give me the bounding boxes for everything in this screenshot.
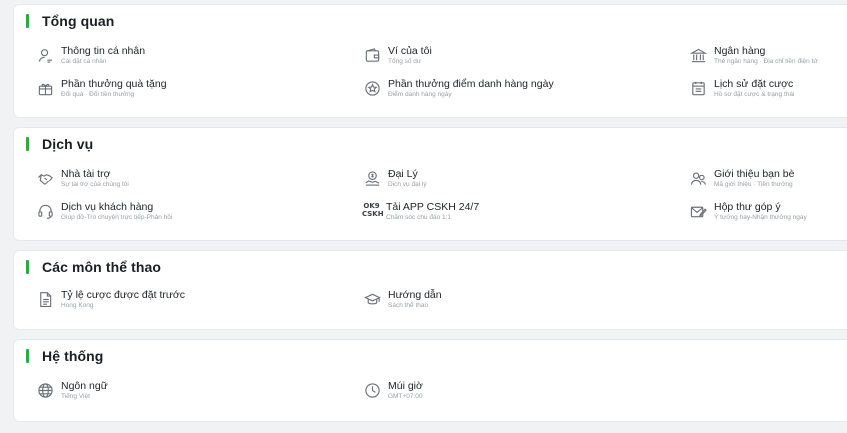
menu-item-sub: Ý tưởng hay-Nhận thưởng ngay (714, 214, 807, 221)
menu-item-sub: Chăm sóc chu đáo 1:1 (386, 214, 452, 221)
friends-icon (690, 170, 707, 187)
graduation-cap-icon (364, 291, 381, 308)
receipt-icon (690, 80, 707, 97)
section-accent-bar (26, 14, 29, 28)
section-services: Dịch vụ Nhà tài trợ Sự tài trợ của chúng… (13, 127, 847, 241)
menu-item-label: Phần thưởng quà tặng (61, 78, 167, 90)
section-accent-bar (26, 349, 29, 363)
menu-item-personal-info[interactable]: Thông tin cá nhân Cài đặt cá nhân (37, 45, 145, 66)
menu-item-label: Nhà tài trợ (61, 168, 111, 180)
section-sports: Các môn thể thao Tỷ lệ cược được đặt trư… (13, 250, 847, 330)
ok9-cskh-logo: OK9 CSKH (362, 202, 384, 218)
menu-item-label: Thông tin cá nhân (61, 45, 146, 57)
menu-item-sub: Mã giới thiệu · Tiền thưởng (714, 181, 793, 188)
menu-item-sub: Hồ sơ đặt cược & trạng thái (714, 91, 795, 98)
section-accent-bar (26, 260, 29, 274)
menu-item-sub: Cài đặt cá nhân (61, 58, 107, 65)
user-icon (37, 47, 54, 64)
section-accent-bar (26, 137, 29, 151)
logo-line-cskh: CSKH (362, 209, 384, 218)
wallet-icon (364, 47, 381, 64)
section-title-row: Hệ thống (26, 347, 103, 365)
document-icon (37, 291, 54, 308)
section-title: Hệ thống (42, 348, 104, 364)
star-badge-icon (364, 80, 381, 97)
menu-item-sub: Hong Kong (61, 302, 94, 309)
menu-item-label: Phần thưởng điểm danh hàng ngày (388, 78, 554, 90)
menu-item-wallet[interactable]: Ví của tôi Tổng số dư (364, 45, 432, 66)
menu-item-sponsor[interactable]: Nhà tài trợ Sự tài trợ của chúng tôi (37, 168, 129, 189)
menu-item-label: Hộp thư góp ý (714, 201, 781, 213)
menu-item-bet-history[interactable]: Lịch sử đặt cược Hồ sơ đặt cược & trạng … (690, 78, 794, 99)
menu-item-sub: Đổi quà · Đổi tiền thưởng (61, 91, 135, 98)
menu-item-label: Dịch vụ khách hàng (61, 201, 154, 213)
menu-item-label: Lịch sử đặt cược (714, 78, 794, 90)
menu-item-sub: Dịch vụ đại lý (388, 181, 427, 188)
menu-item-guide[interactable]: Hướng dẫn Sách thể thao (364, 289, 442, 310)
menu-item-refer-friends[interactable]: Giới thiệu bạn bè Mã giới thiệu · Tiền t… (690, 168, 794, 189)
clock-icon (364, 382, 381, 399)
section-title-row: Dịch vụ (26, 135, 93, 153)
globe-icon (37, 382, 54, 399)
handshake-icon (37, 170, 54, 187)
menu-item-timezone[interactable]: Múi giờ GMT+07:00 (364, 380, 423, 401)
section-overview: Tổng quan Thông tin cá nhân Cài đặt cá n… (13, 4, 847, 118)
section-title: Các môn thể thao (42, 259, 162, 275)
menu-item-sub: Giúp đỡ-Trò chuyện trực tiếp-Phản hồi (61, 214, 173, 221)
headset-icon (37, 203, 54, 220)
menu-item-sub: Sách thể thao (388, 302, 429, 309)
menu-item-label: Ví của tôi (388, 45, 432, 57)
section-system: Hệ thống Ngôn ngữ Tiếng Việt Múi giờ GMT… (13, 339, 847, 422)
menu-item-label: Múi giờ (388, 380, 423, 392)
menu-item-label: Ngân hàng (714, 45, 766, 57)
section-title: Dịch vụ (42, 136, 94, 152)
section-title-row: Tổng quan (26, 12, 114, 30)
menu-item-sub: Tổng số dư (388, 58, 422, 65)
menu-item-label: Hướng dẫn (388, 289, 442, 301)
menu-item-sub: Điểm danh hàng ngày (388, 91, 452, 98)
menu-item-daily-checkin[interactable]: Phần thưởng điểm danh hàng ngày Điểm dan… (364, 78, 554, 99)
menu-item-sub: Tiếng Việt (61, 393, 90, 400)
agent-icon (364, 170, 381, 187)
menu-item-language[interactable]: Ngôn ngữ Tiếng Việt (37, 380, 108, 401)
section-title-row: Các môn thể thao (26, 258, 161, 276)
menu-item-label: Giới thiệu bạn bè (714, 168, 795, 180)
menu-item-label: Tỷ lệ cược được đặt trước (61, 289, 186, 301)
menu-item-sub: GMT+07:00 (388, 393, 423, 400)
menu-item-label: Ngôn ngữ (61, 380, 108, 392)
bank-icon (690, 47, 707, 64)
menu-item-download-cskh-app[interactable]: OK9 CSKH Tải APP CSKH 24/7 Chăm sóc chu … (362, 201, 479, 222)
menu-item-bank[interactable]: Ngân hàng Thẻ ngân hàng · Địa chỉ tiền đ… (690, 45, 818, 66)
menu-item-sub: Thẻ ngân hàng · Địa chỉ tiền điện tử (714, 58, 818, 65)
menu-item-customer-service[interactable]: Dịch vụ khách hàng Giúp đỡ-Trò chuyện tr… (37, 201, 172, 222)
menu-item-label: Tải APP CSKH 24/7 (386, 201, 480, 213)
menu-item-pre-match-odds[interactable]: Tỷ lệ cược được đặt trước Hong Kong (37, 289, 185, 310)
menu-item-gift-rewards[interactable]: Phần thưởng quà tặng Đổi quà · Đổi tiền … (37, 78, 167, 99)
menu-item-label: Đại Lý (388, 168, 418, 180)
menu-item-sub: Sự tài trợ của chúng tôi (61, 181, 129, 188)
mail-edit-icon (690, 203, 707, 220)
menu-item-agent[interactable]: Đại Lý Dịch vụ đại lý (364, 168, 427, 189)
menu-item-feedback-mailbox[interactable]: Hộp thư góp ý Ý tưởng hay-Nhận thưởng ng… (690, 201, 807, 222)
gift-icon (37, 80, 54, 97)
section-title: Tổng quan (42, 13, 115, 29)
